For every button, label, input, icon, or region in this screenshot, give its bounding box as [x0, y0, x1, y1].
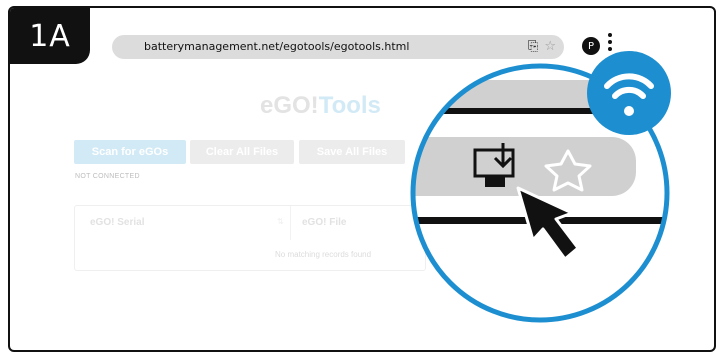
brand-tools: Tools [318, 92, 381, 119]
app-brand-title: eGO!Tools [260, 92, 381, 120]
scan-for-egos-button[interactable]: Scan for eGOs [74, 140, 186, 164]
clear-all-files-button[interactable]: Clear All Files [190, 140, 294, 164]
files-table: eGO! Serial ⇅ eGO! File No matching reco… [74, 205, 426, 271]
column-divider [290, 206, 291, 240]
url-text[interactable]: batterymanagement.net/egotools/egotools.… [144, 40, 409, 53]
address-bar[interactable]: batterymanagement.net/egotools/egotools.… [112, 35, 564, 59]
save-all-files-button[interactable]: Save All Files [299, 140, 405, 164]
column-header-serial[interactable]: eGO! Serial [90, 217, 144, 228]
kebab-menu-icon[interactable] [607, 31, 613, 53]
bookmark-star-icon[interactable]: ☆ [544, 39, 556, 54]
wifi-icon [587, 51, 671, 135]
connection-status: NOT CONNECTED [75, 173, 140, 180]
column-header-file[interactable]: eGO! File [302, 217, 346, 228]
brand-ego: eGO! [260, 92, 319, 119]
profile-avatar[interactable]: P [582, 37, 600, 55]
step-badge: 1A [10, 8, 90, 64]
sort-icon[interactable]: ⇅ [277, 217, 284, 226]
empty-table-message: No matching records found [275, 250, 372, 259]
install-app-icon[interactable]: ⎘ [528, 39, 538, 54]
address-bar-icons: ⎘ ☆ [528, 39, 556, 54]
